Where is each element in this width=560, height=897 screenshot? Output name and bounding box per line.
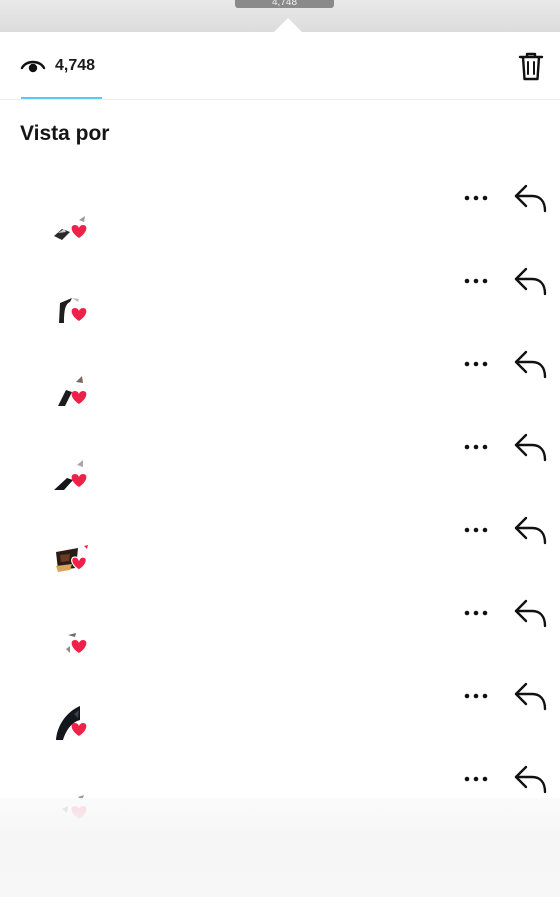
reply-arrow-icon[interactable] <box>512 762 550 796</box>
more-horizontal-icon[interactable] <box>460 437 492 457</box>
reply-arrow-icon[interactable] <box>512 596 550 630</box>
reply-arrow-icon[interactable] <box>512 181 550 215</box>
more-horizontal-icon[interactable] <box>460 603 492 623</box>
heart-icon <box>71 391 87 404</box>
reply-arrow-icon[interactable] <box>512 347 550 381</box>
more-horizontal-icon[interactable] <box>460 188 492 208</box>
viewer-row[interactable] <box>0 674 560 757</box>
avatar[interactable] <box>48 364 96 412</box>
avatar[interactable] <box>48 447 96 495</box>
heart-icon <box>71 723 87 736</box>
story-view-count-tab: 4,748 <box>235 0 334 8</box>
heart-icon <box>71 474 87 487</box>
reply-arrow-icon[interactable] <box>512 264 550 298</box>
avatar[interactable] <box>48 613 96 661</box>
avatar[interactable] <box>48 696 96 744</box>
viewer-row[interactable] <box>0 342 560 425</box>
avatar[interactable] <box>48 530 96 578</box>
reply-arrow-icon[interactable] <box>512 679 550 713</box>
viewer-row[interactable] <box>0 259 560 342</box>
active-tab-indicator <box>21 97 102 99</box>
viewer-row[interactable] <box>0 425 560 508</box>
heart-icon <box>71 308 87 321</box>
viewer-row[interactable] <box>0 591 560 674</box>
trash-icon[interactable] <box>514 49 548 83</box>
reply-arrow-icon[interactable] <box>512 513 550 547</box>
reply-arrow-icon[interactable] <box>512 430 550 464</box>
heart-icon <box>71 225 87 238</box>
view-count: 4,748 <box>55 57 96 74</box>
bottom-fade-overlay <box>0 798 560 897</box>
viewers-header: 4,748 <box>0 32 560 100</box>
viewer-row[interactable] <box>0 176 560 259</box>
more-horizontal-icon[interactable] <box>460 354 492 374</box>
avatar[interactable] <box>48 281 96 329</box>
sheet-pointer-notch <box>274 18 302 32</box>
avatar[interactable] <box>48 198 96 246</box>
more-horizontal-icon[interactable] <box>460 271 492 291</box>
viewer-row[interactable] <box>0 508 560 591</box>
more-horizontal-icon[interactable] <box>460 769 492 789</box>
more-horizontal-icon[interactable] <box>460 686 492 706</box>
heart-icon <box>71 640 87 653</box>
more-horizontal-icon[interactable] <box>460 520 492 540</box>
eye-icon <box>20 60 46 73</box>
viewers-sheet: 4,748 Vista por <box>0 32 560 897</box>
previous-screen-strip: 4,748 <box>0 0 560 33</box>
section-title: Vista por <box>20 122 110 145</box>
